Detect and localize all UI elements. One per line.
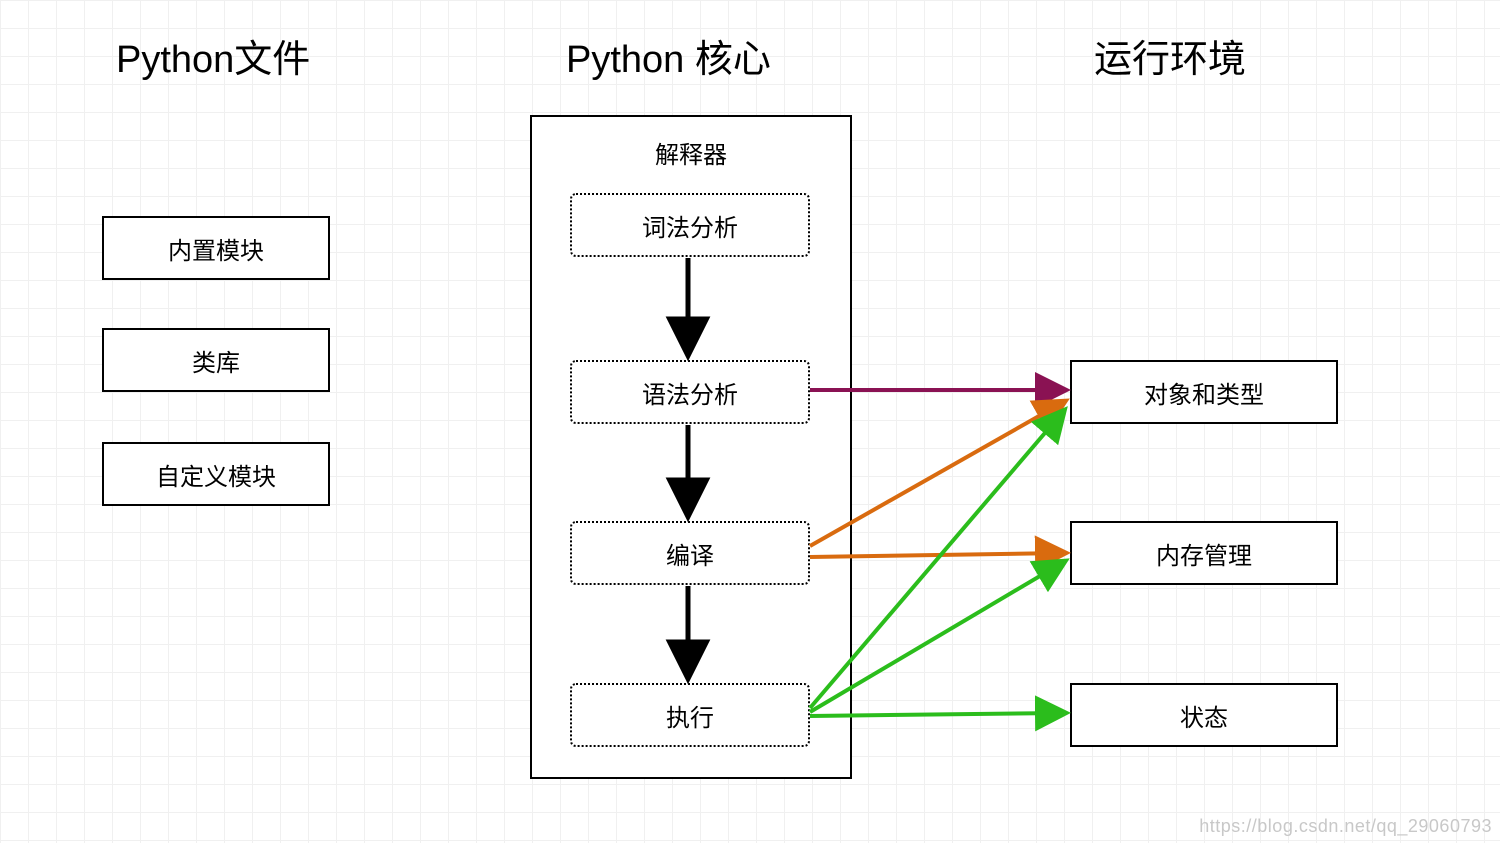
step-execute-label: 执行 <box>666 698 714 733</box>
step-parse: 语法分析 <box>570 360 810 424</box>
box-state-label: 状态 <box>1180 698 1228 733</box>
box-memory-mgmt: 内存管理 <box>1070 521 1338 585</box>
box-libraries: 类库 <box>102 328 330 392</box>
box-objects-types: 对象和类型 <box>1070 360 1338 424</box>
box-builtin-modules-label: 内置模块 <box>168 231 264 266</box>
heading-right: 运行环境 <box>1094 28 1246 83</box>
step-lexical: 词法分析 <box>570 193 810 257</box>
box-custom-modules: 自定义模块 <box>102 442 330 506</box>
interpreter-title: 解释器 <box>532 135 850 170</box>
box-state: 状态 <box>1070 683 1338 747</box>
step-compile-label: 编译 <box>666 536 714 571</box>
heading-left: Python文件 <box>116 28 310 83</box>
step-execute: 执行 <box>570 683 810 747</box>
box-objects-types-label: 对象和类型 <box>1144 375 1264 410</box>
box-builtin-modules: 内置模块 <box>102 216 330 280</box>
step-parse-label: 语法分析 <box>642 375 738 410</box>
step-lexical-label: 词法分析 <box>642 208 738 243</box>
step-compile: 编译 <box>570 521 810 585</box>
watermark: https://blog.csdn.net/qq_29060793 <box>1199 816 1492 837</box>
heading-center: Python 核心 <box>566 28 771 83</box>
box-libraries-label: 类库 <box>192 343 240 378</box>
box-memory-mgmt-label: 内存管理 <box>1156 536 1252 571</box>
box-custom-modules-label: 自定义模块 <box>156 457 276 492</box>
